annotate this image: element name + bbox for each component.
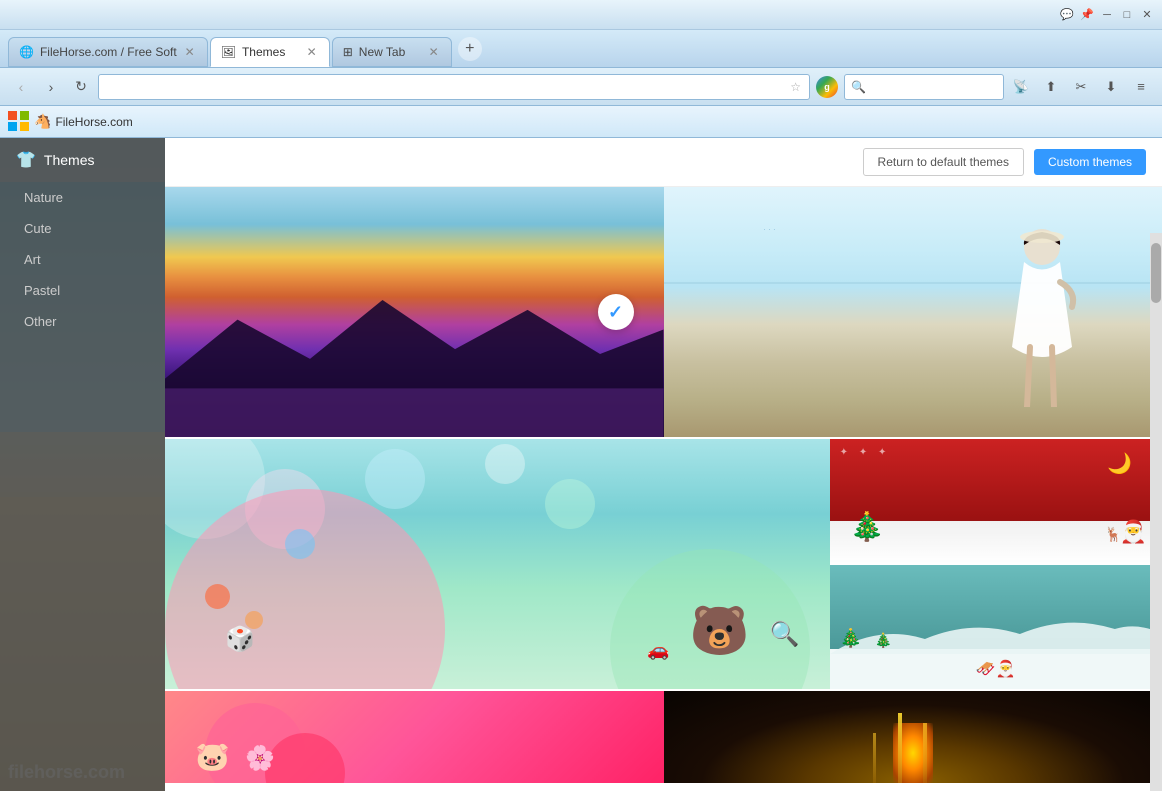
theme-cell-cartoon[interactable]: 🎲 🐻 🔍 🚗 xyxy=(165,439,830,689)
browser-frame: 💬 📌 ─ □ ✕ 🌐 FileHorse.com / Free Soft ✕ … xyxy=(0,0,1162,791)
tab-filehorse[interactable]: 🌐 FileHorse.com / Free Soft ✕ xyxy=(8,37,208,67)
theme-row-2: 🎲 🐻 🔍 🚗 ✦ ✦ ✦ xyxy=(165,439,1162,691)
sidebar-item-art[interactable]: Art xyxy=(0,244,165,275)
tab-newtab-icon: ⊞ xyxy=(343,45,353,59)
nav-bar: ‹ › ↻ ☆ g 🔍 📡 ⬆ ✂ ⬇ ≡ xyxy=(0,68,1162,106)
pin-icon[interactable]: 📌 xyxy=(1080,8,1094,22)
toolbar-site-label: FileHorse.com xyxy=(55,115,132,129)
sidebar: 👕 Themes Nature Cute Art Pastel Other xyxy=(0,138,165,791)
refresh-button[interactable]: ↻ xyxy=(68,74,94,100)
return-to-default-button[interactable]: Return to default themes xyxy=(863,148,1024,176)
sidebar-item-pastel[interactable]: Pastel xyxy=(0,275,165,306)
sidebar-item-nature[interactable]: Nature xyxy=(0,182,165,213)
download-icon[interactable]: ⬇ xyxy=(1098,74,1124,100)
cast-icon[interactable]: 📡 xyxy=(1008,74,1034,100)
theme-cell-lantern[interactable] xyxy=(664,691,1162,783)
tab-filehorse-label: FileHorse.com / Free Soft xyxy=(40,45,177,59)
theme-cell-beach[interactable]: · · · xyxy=(664,187,1162,437)
google-icon: g xyxy=(816,76,838,98)
tab-filehorse-icon: 🌐 xyxy=(19,45,34,59)
action-bar: Return to default themes Custom themes xyxy=(165,138,1162,187)
theme-cell-sunset[interactable]: ✓ xyxy=(165,187,664,437)
google-btn[interactable]: g xyxy=(814,74,840,100)
new-tab-button[interactable]: + xyxy=(458,37,482,61)
theme-row-1: ✓ xyxy=(165,187,1162,439)
tab-newtab-close[interactable]: ✕ xyxy=(427,43,441,61)
tab-themes-label: Themes xyxy=(242,45,299,59)
theme-row-3: 🐷 🌸 xyxy=(165,691,1162,783)
sidebar-item-cute[interactable]: Cute xyxy=(0,213,165,244)
scrollbar-track xyxy=(1150,233,1162,791)
address-bar[interactable]: ☆ xyxy=(98,74,810,100)
tab-themes-close[interactable]: ✕ xyxy=(305,43,319,61)
forward-button[interactable]: › xyxy=(38,74,64,100)
close-button[interactable]: ✕ xyxy=(1140,8,1154,22)
main-panel: Return to default themes Custom themes xyxy=(165,138,1162,791)
tab-newtab[interactable]: ⊞ New Tab ✕ xyxy=(332,37,452,67)
ms-logo xyxy=(8,111,30,133)
bookmark-icon[interactable]: ☆ xyxy=(790,80,801,94)
sidebar-themes-label: Themes xyxy=(44,152,95,168)
toolbar-logo[interactable]: 🐴 FileHorse.com xyxy=(8,111,133,133)
tab-themes[interactable]: 🖼 Themes ✕ xyxy=(210,37,330,67)
title-bar: 💬 📌 ─ □ ✕ xyxy=(0,0,1162,30)
scrollbar-thumb[interactable] xyxy=(1151,243,1161,303)
theme-cell-christmas-red[interactable]: ✦ ✦ ✦ 🌙 🎄 🎅 🦌 xyxy=(830,439,1162,563)
minimize-button[interactable]: ─ xyxy=(1100,8,1114,22)
custom-themes-button[interactable]: Custom themes xyxy=(1034,149,1146,175)
theme-cell-pink[interactable]: 🐷 🌸 xyxy=(165,691,664,783)
chat-icon[interactable]: 💬 xyxy=(1060,8,1074,22)
sidebar-item-other[interactable]: Other xyxy=(0,306,165,337)
theme-row-2-right: ✦ ✦ ✦ 🌙 🎄 🎅 🦌 xyxy=(830,439,1162,689)
upload-icon[interactable]: ⬆ xyxy=(1038,74,1064,100)
menu-icon[interactable]: ≡ xyxy=(1128,74,1154,100)
tab-newtab-label: New Tab xyxy=(359,45,421,59)
cut-icon[interactable]: ✂ xyxy=(1068,74,1094,100)
tab-filehorse-close[interactable]: ✕ xyxy=(183,43,197,61)
theme-cell-winter[interactable]: 🎄 🎄 🛷🎅 xyxy=(830,565,1162,689)
search-icon: 🔍 xyxy=(851,80,866,94)
maximize-button[interactable]: □ xyxy=(1120,8,1134,22)
toolbar: 🐴 FileHorse.com xyxy=(0,106,1162,138)
back-button[interactable]: ‹ xyxy=(8,74,34,100)
sidebar-themes-section[interactable]: 👕 Themes xyxy=(0,138,165,182)
themes-icon: 👕 xyxy=(16,150,36,170)
tab-themes-icon: 🖼 xyxy=(221,45,236,59)
tab-bar: 🌐 FileHorse.com / Free Soft ✕ 🖼 Themes ✕… xyxy=(0,30,1162,68)
content-area: filehorse.com 👕 Themes Nature Cute Art P… xyxy=(0,138,1162,791)
search-box[interactable]: 🔍 xyxy=(844,74,1004,100)
